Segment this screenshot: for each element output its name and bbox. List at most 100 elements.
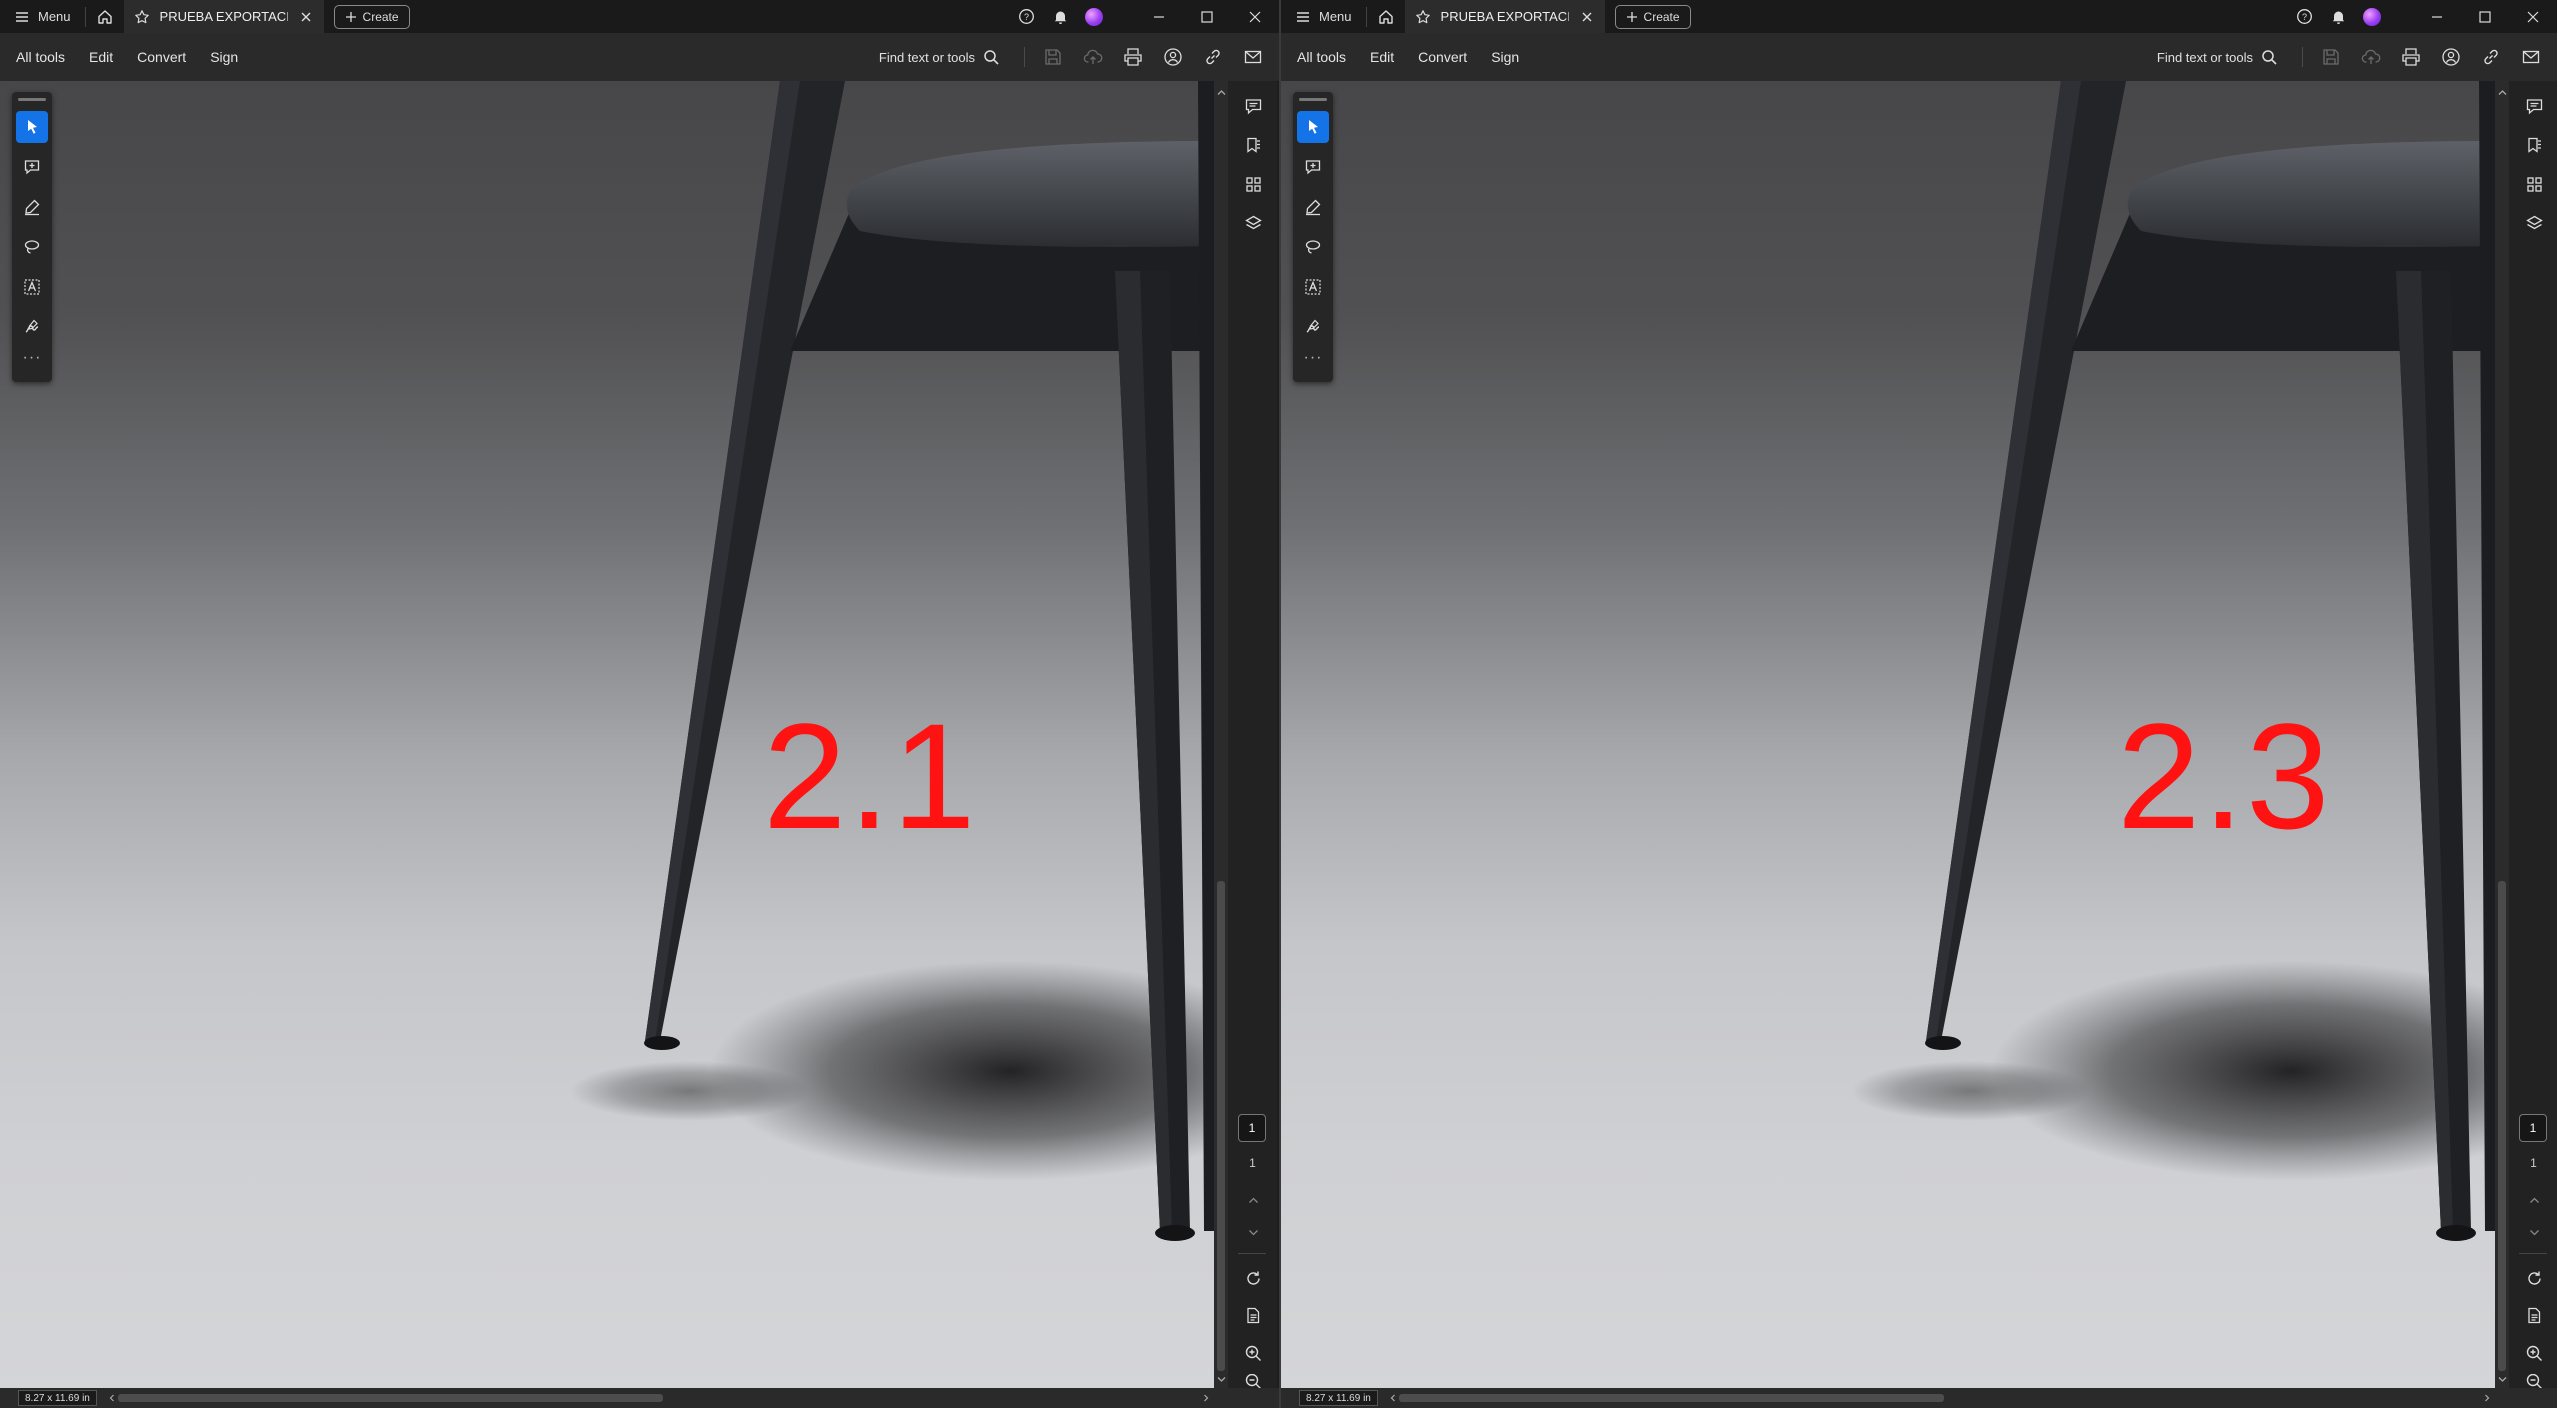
- next-page-button[interactable]: [1242, 1221, 1264, 1243]
- zoom-out-button[interactable]: [1242, 1374, 1264, 1388]
- select-tool-button[interactable]: [1297, 111, 1329, 143]
- create-button[interactable]: Create: [333, 4, 410, 29]
- maximize-button[interactable]: [1183, 0, 1231, 33]
- notifications-button[interactable]: [1043, 0, 1077, 33]
- scroll-down-arrow[interactable]: [1214, 1372, 1228, 1386]
- vertical-scrollbar[interactable]: [2495, 81, 2509, 1388]
- menu-button[interactable]: Menu: [1281, 0, 1366, 33]
- zoom-out-button[interactable]: [2523, 1374, 2545, 1388]
- vertical-scrollbar[interactable]: [1214, 81, 1228, 1388]
- print-button[interactable]: [2391, 37, 2431, 77]
- profile-button[interactable]: [1077, 0, 1111, 33]
- scroll-left-arrow[interactable]: [106, 1392, 118, 1404]
- comments-button[interactable]: [2523, 95, 2545, 117]
- scroll-thumb[interactable]: [2498, 881, 2506, 1371]
- scroll-thumb[interactable]: [1399, 1394, 1944, 1402]
- save-button[interactable]: [1033, 37, 1073, 77]
- find-text-or-tools[interactable]: Find text or tools: [2157, 49, 2294, 66]
- scroll-left-arrow[interactable]: [1387, 1392, 1399, 1404]
- menu-convert[interactable]: Convert: [117, 49, 186, 65]
- add-comment-button[interactable]: [16, 151, 48, 183]
- scroll-up-arrow[interactable]: [2495, 85, 2509, 99]
- text-box-button[interactable]: [1297, 271, 1329, 303]
- link-button[interactable]: [2471, 37, 2511, 77]
- page-display-button[interactable]: [2523, 1304, 2545, 1326]
- highlight-button[interactable]: [16, 191, 48, 223]
- rotate-button[interactable]: [1242, 1267, 1264, 1289]
- scroll-down-arrow[interactable]: [2495, 1372, 2509, 1386]
- menu-sign[interactable]: Sign: [190, 49, 238, 65]
- draw-button[interactable]: [1297, 231, 1329, 263]
- window-close-button[interactable]: [2509, 0, 2557, 33]
- help-button[interactable]: ?: [1009, 0, 1043, 33]
- scroll-thumb[interactable]: [1217, 881, 1225, 1371]
- horizontal-scrollbar[interactable]: [104, 1390, 1214, 1406]
- star-icon[interactable]: [134, 9, 150, 25]
- document-tab[interactable]: PRUEBA EXPORTACION...: [123, 0, 324, 33]
- menu-edit[interactable]: Edit: [69, 49, 113, 65]
- upload-cloud-button[interactable]: [2351, 37, 2391, 77]
- link-button[interactable]: [1193, 37, 1233, 77]
- current-page-input[interactable]: 1: [2519, 1114, 2547, 1142]
- draw-button[interactable]: [16, 231, 48, 263]
- thumbnails-button[interactable]: [2523, 173, 2545, 195]
- add-comment-button[interactable]: [1297, 151, 1329, 183]
- more-icon[interactable]: ···: [23, 349, 42, 367]
- minimize-button[interactable]: [2413, 0, 2461, 33]
- scroll-right-arrow[interactable]: [1200, 1392, 1212, 1404]
- fill-sign-button[interactable]: [1297, 311, 1329, 343]
- select-tool-button[interactable]: [16, 111, 48, 143]
- bookmarks-button[interactable]: [2523, 134, 2545, 156]
- home-button[interactable]: [1367, 0, 1405, 33]
- share-button[interactable]: [1153, 37, 1193, 77]
- scroll-thumb[interactable]: [118, 1394, 663, 1402]
- email-button[interactable]: [2511, 37, 2551, 77]
- layers-button[interactable]: [1242, 212, 1264, 234]
- menu-all-tools[interactable]: All tools: [0, 49, 65, 65]
- close-icon[interactable]: [298, 9, 314, 25]
- create-button[interactable]: Create: [1614, 4, 1691, 29]
- print-button[interactable]: [1113, 37, 1153, 77]
- profile-button[interactable]: [2355, 0, 2389, 33]
- close-icon[interactable]: [1579, 9, 1595, 25]
- save-button[interactable]: [2311, 37, 2351, 77]
- thumbnails-button[interactable]: [1242, 173, 1264, 195]
- document-tab[interactable]: PRUEBA EXPORTACION...: [1404, 0, 1605, 33]
- next-page-button[interactable]: [2523, 1221, 2545, 1243]
- text-box-button[interactable]: [16, 271, 48, 303]
- comments-button[interactable]: [1242, 95, 1264, 117]
- home-button[interactable]: [86, 0, 124, 33]
- previous-page-button[interactable]: [2523, 1189, 2545, 1211]
- scroll-up-arrow[interactable]: [1214, 85, 1228, 99]
- highlight-button[interactable]: [1297, 191, 1329, 223]
- rotate-button[interactable]: [2523, 1267, 2545, 1289]
- previous-page-button[interactable]: [1242, 1189, 1264, 1211]
- rail-grip[interactable]: [18, 98, 46, 101]
- rail-grip[interactable]: [1299, 98, 1327, 101]
- help-button[interactable]: ?: [2287, 0, 2321, 33]
- layers-button[interactable]: [2523, 212, 2545, 234]
- page-display-button[interactable]: [1242, 1304, 1264, 1326]
- maximize-button[interactable]: [2461, 0, 2509, 33]
- menu-all-tools[interactable]: All tools: [1281, 49, 1346, 65]
- zoom-in-button[interactable]: [1242, 1342, 1264, 1364]
- email-button[interactable]: [1233, 37, 1273, 77]
- document-page[interactable]: 2.1: [0, 81, 1214, 1388]
- menu-button[interactable]: Menu: [0, 0, 85, 33]
- more-icon[interactable]: ···: [1304, 349, 1323, 367]
- fill-sign-button[interactable]: [16, 311, 48, 343]
- zoom-in-button[interactable]: [2523, 1342, 2545, 1364]
- find-text-or-tools[interactable]: Find text or tools: [879, 49, 1016, 66]
- menu-edit[interactable]: Edit: [1350, 49, 1394, 65]
- scroll-right-arrow[interactable]: [2481, 1392, 2493, 1404]
- menu-sign[interactable]: Sign: [1471, 49, 1519, 65]
- minimize-button[interactable]: [1135, 0, 1183, 33]
- menu-convert[interactable]: Convert: [1398, 49, 1467, 65]
- document-page[interactable]: 2.3: [1281, 81, 2495, 1388]
- share-button[interactable]: [2431, 37, 2471, 77]
- upload-cloud-button[interactable]: [1073, 37, 1113, 77]
- horizontal-scrollbar[interactable]: [1385, 1390, 2495, 1406]
- current-page-input[interactable]: 1: [1238, 1114, 1266, 1142]
- notifications-button[interactable]: [2321, 0, 2355, 33]
- window-close-button[interactable]: [1231, 0, 1279, 33]
